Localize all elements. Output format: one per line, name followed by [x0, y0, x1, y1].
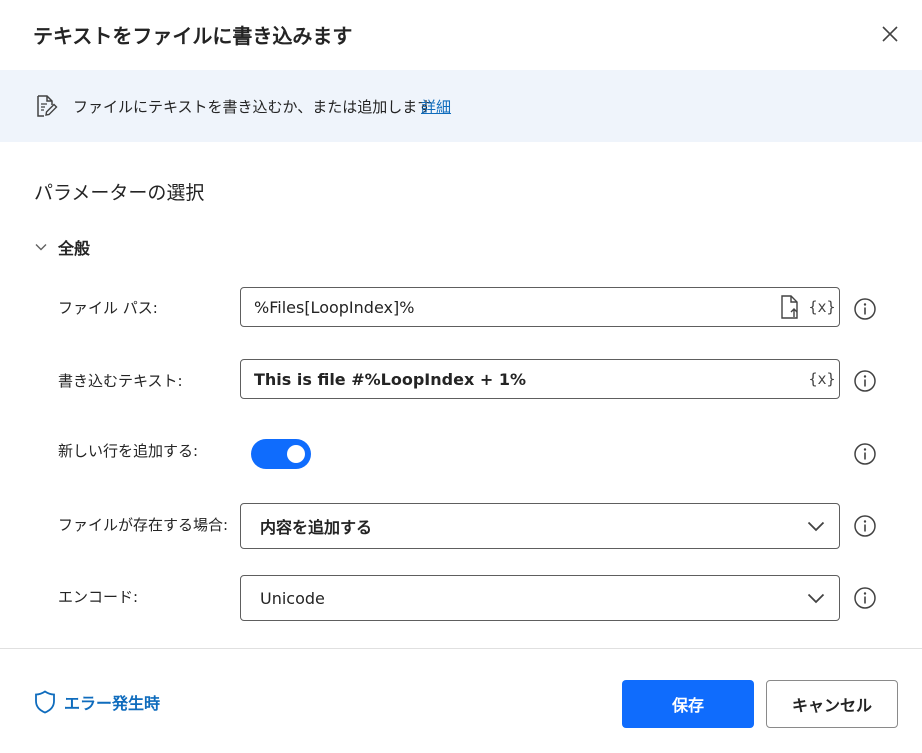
dropdown-chevron — [801, 583, 831, 613]
variable-picker-button[interactable]: {x} — [807, 292, 837, 322]
file-path-input[interactable]: %Files[LoopIndex]% {x} — [240, 287, 840, 327]
info-icon[interactable] — [853, 297, 877, 321]
save-button[interactable]: 保存 — [622, 680, 754, 728]
if-exists-value: 内容を追加する — [260, 518, 373, 537]
on-error-label: エラー発生時 — [64, 694, 161, 713]
encoding-label: エンコード: — [58, 588, 139, 606]
text-value: This is file #%LoopIndex + 1% — [254, 369, 526, 389]
text-label: 書き込むテキスト: — [58, 372, 183, 390]
learn-more-link[interactable]: 詳細 — [421, 96, 451, 117]
close-icon — [882, 26, 898, 42]
info-icon[interactable] — [853, 442, 877, 466]
encoding-value: Unicode — [260, 588, 325, 608]
new-line-label: 新しい行を追加する: — [58, 442, 199, 460]
toggle-knob — [287, 445, 305, 463]
close-button[interactable] — [874, 18, 906, 50]
section-title: パラメーターの選択 — [34, 182, 205, 204]
file-picker-button[interactable] — [777, 292, 803, 322]
variable-picker-button[interactable]: {x} — [807, 364, 837, 394]
shield-icon — [35, 690, 55, 714]
group-label: 全般 — [58, 239, 91, 258]
info-banner: ファイルにテキストを書き込むか、または追加します 詳細 — [0, 70, 922, 142]
on-error-link[interactable]: エラー発生時 — [34, 690, 160, 714]
footer-divider — [0, 648, 922, 649]
file-path-value: %Files[LoopIndex]% — [254, 297, 415, 317]
chevron-down-icon — [807, 521, 825, 532]
encoding-dropdown[interactable]: Unicode — [240, 575, 840, 621]
text-input[interactable]: This is file #%LoopIndex + 1% {x} — [240, 359, 840, 399]
chevron-down-icon — [807, 593, 825, 604]
dropdown-chevron — [801, 511, 831, 541]
chevron-down-icon — [35, 244, 47, 251]
info-icon[interactable] — [853, 514, 877, 538]
document-edit-icon — [37, 95, 58, 117]
if-exists-label: ファイルが存在する場合: — [58, 516, 229, 534]
banner-description: ファイルにテキストを書き込むか、または追加します — [73, 98, 433, 116]
group-general-toggle[interactable]: 全般 — [34, 235, 90, 259]
file-upload-icon — [781, 295, 798, 319]
dialog-title: テキストをファイルに書き込みます — [33, 24, 353, 48]
info-icon[interactable] — [853, 369, 877, 393]
if-exists-dropdown[interactable]: 内容を追加する — [240, 503, 840, 549]
file-path-label: ファイル パス: — [58, 299, 158, 317]
info-icon[interactable] — [853, 586, 877, 610]
new-line-toggle[interactable] — [251, 439, 311, 469]
cancel-button[interactable]: キャンセル — [766, 680, 898, 728]
